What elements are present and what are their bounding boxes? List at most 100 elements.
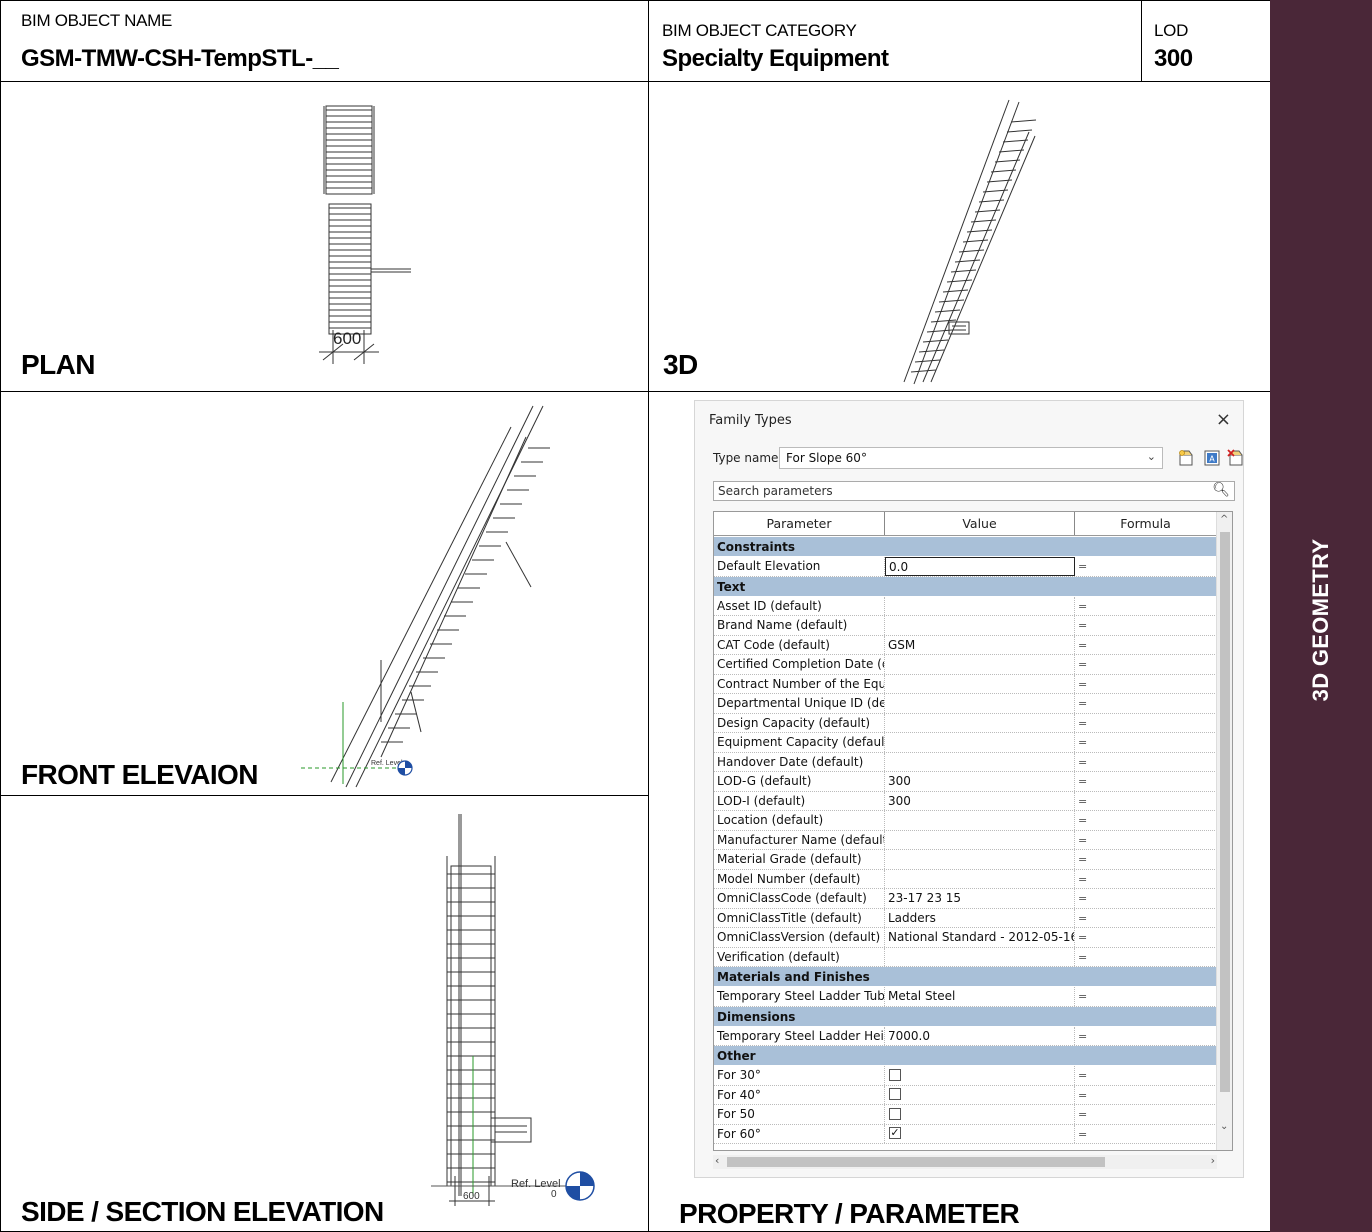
parameter-value[interactable] bbox=[885, 694, 1075, 713]
parameter-row[interactable]: For 40° = bbox=[714, 1085, 1217, 1105]
parameter-row[interactable]: CAT Code (default) GSM = bbox=[714, 635, 1217, 655]
parameter-formula[interactable]: = bbox=[1075, 635, 1217, 654]
parameter-formula[interactable]: = bbox=[1075, 596, 1217, 615]
parameter-row[interactable]: Model Number (default) = bbox=[714, 869, 1217, 889]
column-value[interactable]: Value bbox=[885, 512, 1075, 535]
parameter-formula[interactable]: = bbox=[1075, 791, 1217, 810]
parameter-row[interactable]: Brand Name (default) = bbox=[714, 616, 1217, 636]
checkbox[interactable] bbox=[889, 1088, 901, 1100]
parameter-row[interactable]: Departmental Unique ID (defa = bbox=[714, 694, 1217, 714]
parameter-formula[interactable]: = bbox=[1075, 1066, 1217, 1085]
hscroll-thumb[interactable] bbox=[727, 1157, 1105, 1167]
parameter-value[interactable]: GSM bbox=[885, 635, 1075, 654]
parameter-formula[interactable]: = bbox=[1075, 850, 1217, 869]
scroll-thumb[interactable] bbox=[1220, 532, 1230, 1092]
parameter-value[interactable] bbox=[885, 733, 1075, 752]
parameter-value[interactable]: 23-17 23 15 bbox=[885, 889, 1075, 908]
parameter-row[interactable]: Certified Completion Date (def = bbox=[714, 655, 1217, 675]
parameter-value[interactable] bbox=[885, 596, 1075, 615]
parameter-formula[interactable]: = bbox=[1075, 947, 1217, 966]
parameter-value[interactable]: 300 bbox=[885, 791, 1075, 810]
parameter-value[interactable]: National Standard - 2012-05-16 bbox=[885, 928, 1075, 947]
search-icon[interactable]: 🔍︎ bbox=[1212, 482, 1230, 498]
parameter-value[interactable] bbox=[885, 655, 1075, 674]
rename-type-icon[interactable]: A bbox=[1203, 449, 1221, 467]
parameter-formula[interactable]: = bbox=[1075, 733, 1217, 752]
parameter-formula[interactable]: = bbox=[1075, 1124, 1217, 1143]
parameter-row[interactable]: Design Capacity (default) = bbox=[714, 713, 1217, 733]
parameter-row[interactable]: LOD-I (default) 300 = bbox=[714, 791, 1217, 811]
parameter-formula[interactable]: = bbox=[1075, 811, 1217, 830]
parameter-value[interactable] bbox=[885, 1085, 1075, 1104]
scroll-left-icon[interactable]: ‹ bbox=[715, 1154, 719, 1167]
scroll-up-icon[interactable]: ^ bbox=[1220, 514, 1228, 525]
parameter-row[interactable]: Temporary Steel Ladder Tube Metal Steel = bbox=[714, 987, 1217, 1007]
type-name-select[interactable]: For Slope 60° ⌄ bbox=[779, 447, 1163, 469]
parameter-row[interactable]: Default Elevation 0.0 = bbox=[714, 557, 1217, 577]
parameter-formula[interactable]: = bbox=[1075, 694, 1217, 713]
parameter-formula[interactable]: = bbox=[1075, 557, 1217, 576]
parameter-row[interactable]: Verification (default) = bbox=[714, 947, 1217, 967]
checkbox[interactable] bbox=[889, 1107, 901, 1120]
search-parameters-input[interactable]: Search parameters 🔍︎ bbox=[713, 481, 1235, 501]
parameter-value[interactable]: 0.0 bbox=[885, 557, 1075, 576]
parameter-formula[interactable]: = bbox=[1075, 1105, 1217, 1124]
parameter-value[interactable]: ✓ bbox=[885, 1124, 1075, 1143]
parameter-formula[interactable]: = bbox=[1075, 1026, 1217, 1045]
parameter-row[interactable]: LOD-G (default) 300 = bbox=[714, 772, 1217, 792]
parameter-row[interactable]: OmniClassTitle (default) Ladders = bbox=[714, 908, 1217, 928]
parameter-row[interactable]: Equipment Capacity (default) = bbox=[714, 733, 1217, 753]
parameter-value[interactable] bbox=[885, 1066, 1075, 1085]
parameter-value[interactable] bbox=[885, 616, 1075, 635]
parameter-formula[interactable]: = bbox=[1075, 772, 1217, 791]
parameter-formula[interactable]: = bbox=[1075, 655, 1217, 674]
parameter-formula[interactable]: = bbox=[1075, 713, 1217, 732]
parameter-value[interactable] bbox=[885, 752, 1075, 771]
parameter-row[interactable]: For 30° = bbox=[714, 1066, 1217, 1086]
vertical-scrollbar[interactable]: ^ ⌄ bbox=[1216, 512, 1232, 1150]
parameter-row[interactable]: Asset ID (default) = bbox=[714, 596, 1217, 616]
horizontal-scrollbar[interactable]: ‹ › bbox=[713, 1154, 1217, 1169]
new-type-icon[interactable] bbox=[1177, 449, 1195, 467]
scroll-down-icon[interactable]: ⌄ bbox=[1220, 1121, 1228, 1132]
parameter-formula[interactable]: = bbox=[1075, 1085, 1217, 1104]
parameter-value[interactable] bbox=[885, 947, 1075, 966]
parameter-formula[interactable]: = bbox=[1075, 752, 1217, 771]
parameter-formula[interactable]: = bbox=[1075, 987, 1217, 1006]
parameter-value[interactable] bbox=[885, 674, 1075, 693]
parameter-row[interactable]: OmniClassVersion (default) National Stand… bbox=[714, 928, 1217, 948]
parameter-row[interactable]: OmniClassCode (default) 23-17 23 15 = bbox=[714, 889, 1217, 909]
delete-type-icon[interactable] bbox=[1227, 449, 1245, 467]
parameter-value[interactable]: Metal Steel bbox=[885, 987, 1075, 1006]
parameter-formula[interactable]: = bbox=[1075, 830, 1217, 849]
parameter-row[interactable]: Location (default) = bbox=[714, 811, 1217, 831]
parameter-formula[interactable]: = bbox=[1075, 674, 1217, 693]
checkbox[interactable] bbox=[889, 1068, 901, 1081]
parameter-value[interactable] bbox=[885, 850, 1075, 869]
parameter-value[interactable]: Ladders bbox=[885, 908, 1075, 927]
parameter-value[interactable]: 300 bbox=[885, 772, 1075, 791]
scroll-right-icon[interactable]: › bbox=[1211, 1154, 1215, 1167]
parameter-row[interactable]: Handover Date (default) = bbox=[714, 752, 1217, 772]
parameter-value[interactable] bbox=[885, 869, 1075, 888]
column-formula[interactable]: Formula bbox=[1075, 512, 1217, 535]
column-parameter[interactable]: Parameter bbox=[714, 512, 885, 535]
parameter-value[interactable] bbox=[885, 713, 1075, 732]
parameter-formula[interactable]: = bbox=[1075, 928, 1217, 947]
parameter-formula[interactable]: = bbox=[1075, 869, 1217, 888]
parameter-row[interactable]: For 50 = bbox=[714, 1105, 1217, 1125]
parameter-row[interactable]: Manufacturer Name (default) = bbox=[714, 830, 1217, 850]
parameter-value[interactable] bbox=[885, 1105, 1075, 1124]
parameter-value[interactable] bbox=[885, 811, 1075, 830]
parameter-row[interactable]: Temporary Steel Ladder Heigh 7000.0 = bbox=[714, 1026, 1217, 1046]
close-icon[interactable]: × bbox=[1216, 409, 1231, 430]
parameter-formula[interactable]: = bbox=[1075, 908, 1217, 927]
parameter-formula[interactable]: = bbox=[1075, 616, 1217, 635]
parameter-formula[interactable]: = bbox=[1075, 889, 1217, 908]
parameter-row[interactable]: Contract Number of the Equip = bbox=[714, 674, 1217, 694]
parameter-value[interactable]: 7000.0 bbox=[885, 1026, 1075, 1045]
parameter-row[interactable]: Material Grade (default) = bbox=[714, 850, 1217, 870]
parameter-row[interactable]: For 60° ✓ = bbox=[714, 1124, 1217, 1144]
checkbox-checked[interactable]: ✓ bbox=[889, 1127, 901, 1139]
parameter-value[interactable] bbox=[885, 830, 1075, 849]
